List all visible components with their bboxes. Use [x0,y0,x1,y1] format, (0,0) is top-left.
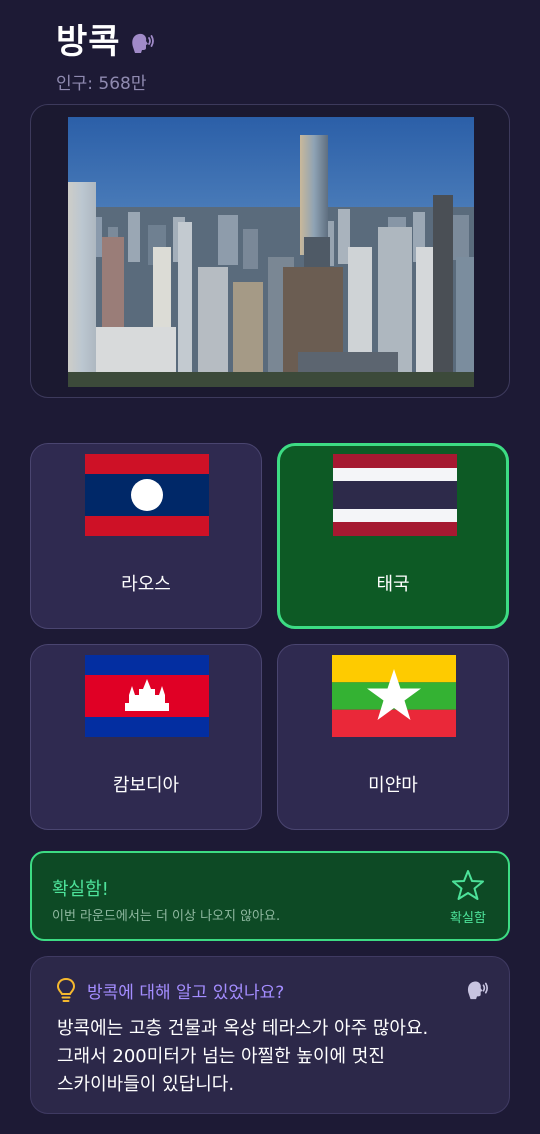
option-label-thailand: 태국 [376,574,410,595]
cambodia-flag-icon [85,655,209,737]
fact-text: 방콕에는 고층 건물과 옥상 테라스가 아주 많아요. 그래서 200미터가 넘… [57,1015,497,1099]
fact-line-3: 스카이바들이 있답니다. [57,1074,235,1095]
certain-label: 확실함 [450,911,486,926]
skyline-illustration [68,117,474,387]
thailand-flag-icon [333,454,457,536]
option-label-myanmar: 미얀마 [368,775,418,796]
speaking-head-icon[interactable] [465,977,489,1001]
result-subtitle: 이번 라운드에서는 더 이상 나오지 않아요. [52,909,281,924]
certain-toggle[interactable]: 확실함 [446,869,490,926]
laos-flag-icon [85,454,209,536]
star-icon [452,870,484,900]
result-title: 확실함! [52,879,109,900]
result-banner: 확실함! 이번 라운드에서는 더 이상 나오지 않아요. 확실함 [30,851,510,941]
fact-header: 방콕에 대해 알고 있었나요? [55,977,284,1003]
fact-title: 방콕에 대해 알고 있었나요? [87,982,285,1003]
fun-fact-card: 방콕에 대해 알고 있었나요? 방콕에는 고층 건물과 옥상 테라스가 아주 많… [30,956,510,1114]
bangkok-skyline-image [68,117,474,387]
population-text: 인구: 568만 [56,74,147,94]
option-laos[interactable]: 라오스 [30,443,262,629]
fact-line-2: 그래서 200미터가 넘는 아찔한 높이에 멋진 [57,1046,385,1067]
lightbulb-icon [56,977,76,1002]
myanmar-flag-icon [332,655,456,737]
header: 방콕 인구: 568만 [56,14,155,94]
speaking-head-icon[interactable] [129,29,155,55]
title-row: 방콕 [56,14,155,63]
option-cambodia[interactable]: 캄보디아 [30,644,262,830]
city-photo-card [30,104,510,398]
city-title: 방콕 [56,22,121,62]
option-label-laos: 라오스 [121,574,171,595]
fact-line-1: 방콕에는 고층 건물과 옥상 테라스가 아주 많아요. [57,1018,429,1039]
option-thailand[interactable]: 태국 [277,443,509,629]
option-myanmar[interactable]: 미얀마 [277,644,509,830]
option-label-cambodia: 캄보디아 [112,775,180,796]
